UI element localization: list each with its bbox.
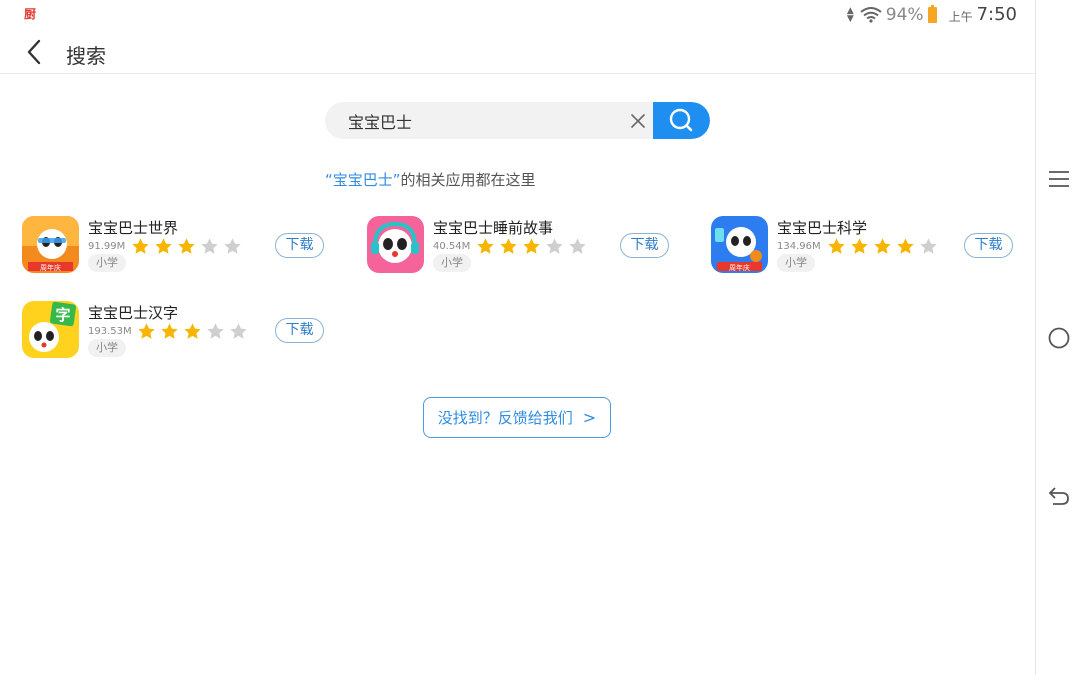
header: 搜索 bbox=[0, 32, 1035, 74]
star-filled-icon bbox=[138, 323, 155, 339]
grade-tag: 小学 bbox=[433, 254, 471, 272]
star-filled-icon bbox=[897, 238, 914, 254]
app-icon[interactable] bbox=[367, 216, 424, 273]
app-icon[interactable]: 周年庆 bbox=[22, 216, 79, 273]
page-title: 搜索 bbox=[66, 44, 106, 68]
app-item[interactable]: 字 宝宝巴士汉字 193.53M 小学 下载 bbox=[22, 301, 327, 361]
related-suffix: 的相关应用都在这里 bbox=[400, 171, 536, 189]
app-size: 193.53M bbox=[88, 326, 132, 337]
app-name: 宝宝巴士睡前故事 bbox=[433, 219, 554, 237]
rating-stars bbox=[131, 237, 242, 256]
app-name: 宝宝巴士世界 bbox=[88, 219, 179, 237]
search-input[interactable] bbox=[348, 102, 628, 139]
related-keyword: “宝宝巴士” bbox=[325, 171, 401, 189]
app-item[interactable]: 周年庆 宝宝巴士科学 134.96M 小学 下载 bbox=[711, 216, 1016, 276]
star-empty-icon bbox=[546, 238, 563, 254]
svg-text:字: 字 bbox=[55, 306, 70, 324]
star-filled-icon bbox=[851, 238, 868, 254]
menu-icon bbox=[1049, 171, 1069, 187]
app-item[interactable]: 周年庆 宝宝巴士世界 91.99M 小学 下载 bbox=[22, 216, 327, 276]
rating-stars bbox=[827, 237, 938, 256]
star-empty-icon bbox=[569, 238, 586, 254]
star-filled-icon bbox=[828, 238, 845, 254]
rating-stars bbox=[137, 322, 248, 341]
star-empty-icon bbox=[201, 238, 218, 254]
star-filled-icon bbox=[132, 238, 149, 254]
home-button[interactable] bbox=[1047, 326, 1071, 350]
status-bar: 厨 ▲ ▼ 94% 上午 7:50 bbox=[0, 0, 1035, 32]
app-name: 宝宝巴士科学 bbox=[777, 219, 868, 237]
star-filled-icon bbox=[161, 323, 178, 339]
star-filled-icon bbox=[874, 238, 891, 254]
clock: 7:50 bbox=[976, 4, 1017, 25]
star-empty-icon bbox=[230, 323, 247, 339]
download-button[interactable]: 下载 bbox=[620, 233, 669, 258]
star-filled-icon bbox=[184, 323, 201, 339]
battery-icon bbox=[927, 4, 937, 23]
related-results-caption: “宝宝巴士”的相关应用都在这里 bbox=[325, 169, 536, 190]
data-activity-icon: ▲ ▼ bbox=[846, 5, 854, 24]
svg-text:周年庆: 周年庆 bbox=[40, 263, 61, 272]
app-size: 134.96M bbox=[777, 241, 821, 252]
search-icon bbox=[669, 108, 693, 132]
time-prefix: 上午 bbox=[948, 10, 973, 24]
search-button[interactable] bbox=[653, 102, 710, 139]
star-filled-icon bbox=[155, 238, 172, 254]
back-button[interactable] bbox=[22, 36, 48, 68]
clear-search-button[interactable] bbox=[629, 112, 647, 130]
grade-tag: 小学 bbox=[777, 254, 815, 272]
status-indicators: ▲ ▼ 94% 上午 7:50 bbox=[847, 4, 1017, 25]
app-icon[interactable]: 周年庆 bbox=[711, 216, 768, 273]
app-name: 宝宝巴士汉字 bbox=[88, 304, 179, 322]
download-button[interactable]: 下载 bbox=[275, 233, 324, 258]
star-filled-icon bbox=[178, 238, 195, 254]
feedback-label: 没找到？反馈给我们 bbox=[437, 409, 573, 427]
star-filled-icon bbox=[523, 238, 540, 254]
download-button[interactable]: 下载 bbox=[275, 318, 324, 343]
app-icon[interactable]: 字 bbox=[22, 301, 79, 358]
close-icon bbox=[631, 114, 645, 128]
app-size: 91.99M bbox=[88, 241, 126, 252]
download-button[interactable]: 下载 bbox=[964, 233, 1013, 258]
battery-percent: 94% bbox=[885, 4, 924, 25]
svg-text:周年庆: 周年庆 bbox=[729, 263, 750, 272]
star-empty-icon bbox=[207, 323, 224, 339]
grade-tag: 小学 bbox=[88, 254, 126, 272]
app-item[interactable]: 宝宝巴士睡前故事 40.54M 小学 下载 bbox=[367, 216, 672, 276]
star-empty-icon bbox=[224, 238, 241, 254]
back-arrow-icon bbox=[1048, 487, 1069, 505]
rating-stars bbox=[476, 237, 587, 256]
star-filled-icon bbox=[477, 238, 494, 254]
system-nav-bar bbox=[1035, 0, 1080, 675]
chevron-left-icon bbox=[27, 39, 41, 65]
app-size: 40.54M bbox=[433, 241, 471, 252]
search-bar bbox=[325, 102, 710, 139]
feedback-button[interactable]: 没找到？反馈给我们 > bbox=[423, 397, 611, 438]
app-mark-icon: 厨 bbox=[24, 7, 37, 21]
nav-back-button[interactable] bbox=[1047, 484, 1071, 508]
chevron-right-icon: > bbox=[582, 408, 597, 427]
grade-tag: 小学 bbox=[88, 339, 126, 357]
wifi-icon bbox=[860, 6, 882, 23]
menu-button[interactable] bbox=[1047, 167, 1071, 191]
circle-home-icon bbox=[1048, 327, 1070, 349]
star-filled-icon bbox=[500, 238, 517, 254]
star-empty-icon bbox=[920, 238, 937, 254]
